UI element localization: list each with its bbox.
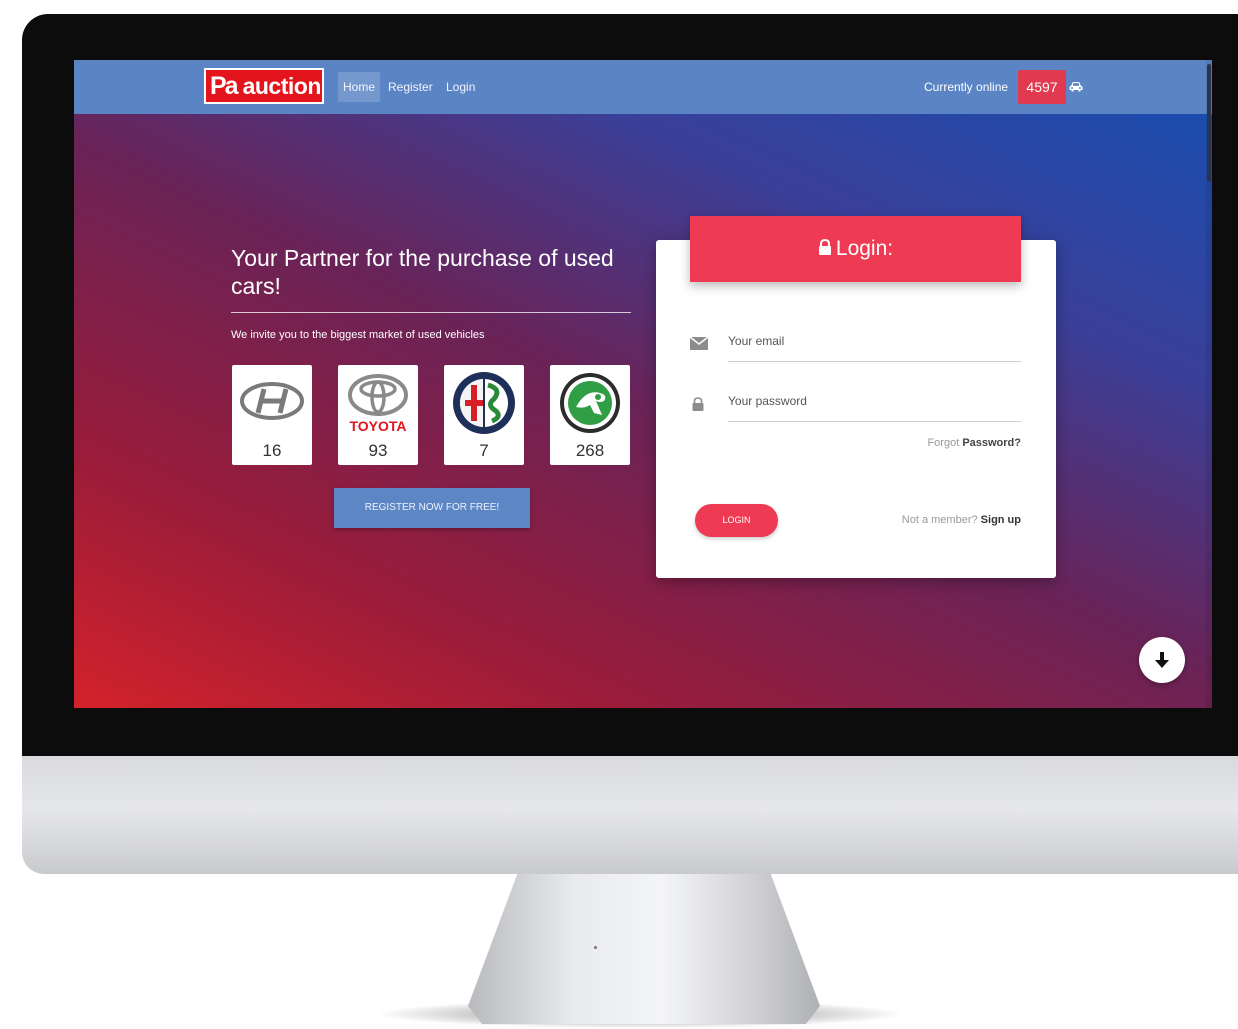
page-scrollbar[interactable] <box>1206 60 1212 708</box>
site-logo[interactable]: Pa auction <box>204 68 324 104</box>
hero-subtitle: We invite you to the biggest market of u… <box>231 329 485 341</box>
login-button[interactable]: LOGIN <box>695 504 778 537</box>
online-count-badge: 4597 <box>1018 70 1066 104</box>
nav-home[interactable]: Home <box>338 72 381 102</box>
signup-prompt: Not a member? Sign up <box>864 514 1021 526</box>
lock-field-icon <box>692 397 704 411</box>
nav-register[interactable]: Register <box>383 72 438 102</box>
scrollbar-thumb[interactable] <box>1207 64 1211 182</box>
brand-card-skoda[interactable]: 268 <box>550 365 630 465</box>
online-label: Currently online <box>924 80 1009 94</box>
brand-count: 93 <box>368 441 388 460</box>
member-prefix: Not a member? <box>901 514 978 526</box>
logo-mark: Pa <box>210 71 239 100</box>
brand-card-toyota[interactable]: TOYOTA 93 <box>338 365 418 465</box>
monitor-chin <box>22 756 1238 874</box>
login-header: Login: <box>690 216 1021 282</box>
forgot-password: Forgot Password? <box>894 437 1021 449</box>
password-field[interactable] <box>728 380 1021 422</box>
sign-up-link[interactable]: Sign up <box>981 514 1021 526</box>
hero-title: Your Partner for the purchase of used ca… <box>231 245 614 299</box>
forgot-password-link[interactable]: Password? <box>962 437 1021 449</box>
envelope-icon <box>690 337 708 350</box>
hero-divider <box>231 312 631 313</box>
brand-card-hyundai[interactable]: 16 <box>232 365 312 465</box>
logo-text: auction <box>242 72 322 99</box>
brand-count: 7 <box>479 441 489 460</box>
toyota-wordmark: TOYOTA <box>349 418 407 434</box>
email-field[interactable] <box>728 320 1021 362</box>
scroll-down-button[interactable] <box>1139 637 1185 683</box>
car-icon <box>1069 82 1083 92</box>
skoda-logo-icon <box>560 373 620 433</box>
lock-icon <box>818 239 831 256</box>
screen: Pa auction Home Register Login Currently… <box>74 60 1212 708</box>
forgot-prefix: Forgot <box>927 437 960 449</box>
monitor-stand <box>468 874 820 1024</box>
navbar: Pa auction Home Register Login Currently… <box>74 60 1212 114</box>
brand-count: 268 <box>575 441 605 460</box>
login-title: Login: <box>835 237 894 260</box>
alfa-romeo-logo-icon <box>453 372 515 434</box>
arrow-down-icon <box>1155 652 1169 668</box>
brand-card-alfa-romeo[interactable]: 7 <box>444 365 524 465</box>
stand-dot <box>594 946 597 949</box>
hyundai-logo-icon <box>240 382 304 420</box>
register-now-button[interactable]: REGISTER NOW FOR FREE! <box>334 488 530 528</box>
nav-login[interactable]: Login <box>441 72 480 102</box>
brand-count: 16 <box>262 441 282 460</box>
